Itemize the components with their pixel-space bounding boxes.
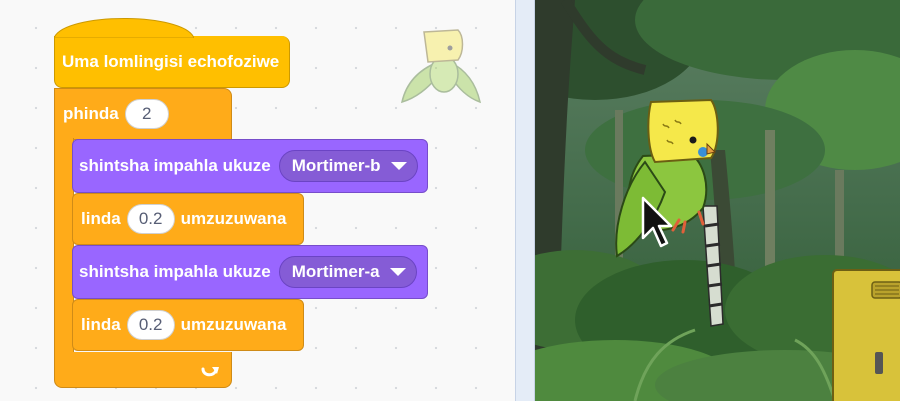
chevron-down-icon (390, 162, 407, 170)
hat-block-when-clicked[interactable]: Uma lomlingisi echofoziwe (54, 36, 290, 88)
switch-costume-label-2: shintsha impahla ukuze (79, 262, 271, 281)
sprite-ghost-icon (400, 29, 482, 104)
wait-unit-1: umzuzuwana (180, 209, 287, 228)
costume-value-1: Mortimer-b (291, 156, 381, 175)
chevron-down-icon (389, 268, 406, 276)
costume-dropdown-1[interactable]: Mortimer-b (278, 150, 418, 182)
switch-costume-block-1[interactable]: shintsha impahla ukuze Mortimer-b (72, 139, 428, 193)
arrow-cursor-icon (641, 196, 673, 248)
stage[interactable] (535, 0, 900, 401)
repeat-block[interactable]: phinda 2 (54, 88, 232, 140)
costume-dropdown-2[interactable]: Mortimer-a (278, 256, 417, 288)
wait-unit-2: umzuzuwana (180, 315, 287, 334)
costume-value-2: Mortimer-a (291, 262, 380, 281)
wait-seconds-input-1[interactable]: 0.2 (126, 204, 175, 234)
repeat-block-arm (54, 138, 74, 354)
repeat-label: phinda (63, 104, 119, 123)
hat-block-label: Uma lomlingisi echofoziwe (62, 51, 280, 71)
workspace-stage-divider (515, 0, 535, 401)
wait-label-1: linda (81, 209, 121, 228)
wait-block-1[interactable]: linda 0.2 umzuzuwana (72, 193, 304, 245)
wait-label-2: linda (81, 315, 121, 334)
wait-block-2[interactable]: linda 0.2 umzuzuwana (72, 299, 304, 351)
repeat-block-footer[interactable] (54, 352, 232, 388)
repeat-count-input[interactable]: 2 (124, 99, 169, 129)
switch-costume-label-1: shintsha impahla ukuze (79, 156, 271, 175)
hat-block-cap (54, 18, 194, 38)
wait-seconds-input-2[interactable]: 0.2 (126, 310, 175, 340)
switch-costume-block-2[interactable]: shintsha impahla ukuze Mortimer-a (72, 245, 428, 299)
code-workspace[interactable]: Uma lomlingisi echofoziwe phinda 2 shint… (0, 0, 515, 401)
loop-arrow-icon (201, 367, 219, 377)
